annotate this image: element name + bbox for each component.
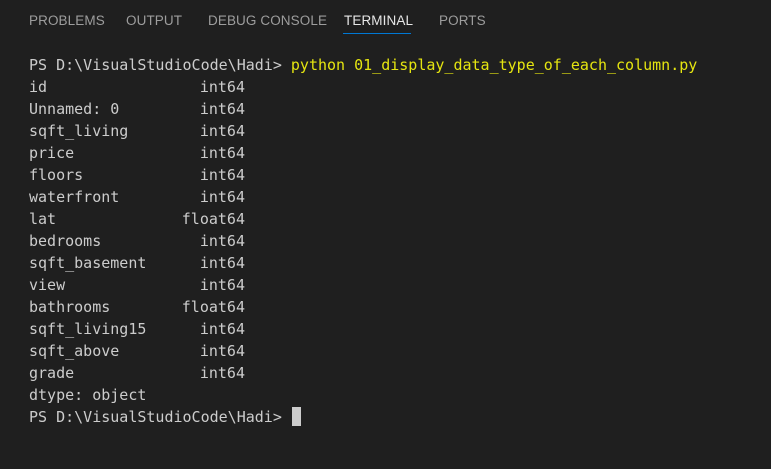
dtype-row: bedrooms int64 — [29, 230, 697, 252]
dtype-row: grade int64 — [29, 362, 697, 384]
tab-problems[interactable]: PROBLEMS — [29, 12, 105, 32]
column-name: bedrooms — [29, 232, 102, 250]
prompt: PS D:\VisualStudioCode\Hadi> — [29, 56, 291, 74]
dtype-rows: id int64 Unnamed: 0 int64 sqft_living int64 pr… — [29, 76, 697, 384]
tab-terminal[interactable]: TERMINAL — [344, 12, 413, 32]
dtype-row: sqft_living15 int64 — [29, 318, 697, 340]
column-dtype: int64 — [199, 254, 245, 272]
active-tab-indicator — [343, 33, 411, 34]
terminal-output[interactable]: PS D:\VisualStudioCode\Hadi> python 01_d… — [29, 54, 697, 428]
dtype-summary: dtype: object — [29, 386, 147, 404]
column-dtype: float64 — [181, 298, 245, 316]
dtype-row: Unnamed: 0 int64 — [29, 98, 697, 120]
column-dtype: int64 — [199, 364, 245, 382]
column-dtype: int64 — [199, 78, 245, 96]
column-name: sqft_above — [29, 342, 120, 360]
column-name: grade — [29, 364, 75, 382]
dtype-row: price int64 — [29, 142, 697, 164]
tab-ports[interactable]: PORTS — [439, 12, 486, 32]
dtype-row: sqft_above int64 — [29, 340, 697, 362]
column-name: sqft_basement — [29, 254, 147, 272]
dtype-row: floors int64 — [29, 164, 697, 186]
dtype-row: sqft_living int64 — [29, 120, 697, 142]
terminal-panel: PROBLEMS OUTPUT DEBUG CONSOLE TERMINAL P… — [0, 0, 771, 469]
column-name: bathrooms — [29, 298, 111, 316]
tab-debug-console[interactable]: DEBUG CONSOLE — [208, 12, 327, 32]
column-dtype: int64 — [199, 342, 245, 360]
prompt: PS D:\VisualStudioCode\Hadi> — [29, 408, 291, 426]
dtype-row: id int64 — [29, 76, 697, 98]
column-dtype: int64 — [199, 144, 245, 162]
terminal-cursor — [291, 407, 301, 426]
column-name: lat — [29, 210, 57, 228]
dtype-row: view int64 — [29, 274, 697, 296]
tab-output[interactable]: OUTPUT — [126, 12, 182, 32]
column-name: sqft_living15 — [29, 320, 147, 338]
column-dtype: int64 — [199, 232, 245, 250]
column-name: Unnamed: 0 — [29, 100, 120, 118]
column-dtype: int64 — [199, 122, 245, 140]
column-name: view — [29, 276, 66, 294]
final-prompt-line[interactable]: PS D:\VisualStudioCode\Hadi> — [29, 406, 697, 428]
dtype-row: lat float64 — [29, 208, 697, 230]
column-dtype: int64 — [199, 276, 245, 294]
dtype-row: bathrooms float64 — [29, 296, 697, 318]
column-dtype: float64 — [181, 210, 245, 228]
column-name: floors — [29, 166, 84, 184]
column-dtype: int64 — [199, 100, 245, 118]
column-dtype: int64 — [199, 188, 245, 206]
dtype-row: waterfront int64 — [29, 186, 697, 208]
dtype-row: sqft_basement int64 — [29, 252, 697, 274]
column-name: waterfront — [29, 188, 120, 206]
column-name: id — [29, 78, 48, 96]
panel-tab-bar: PROBLEMS OUTPUT DEBUG CONSOLE TERMINAL P… — [0, 0, 771, 40]
command-line: PS D:\VisualStudioCode\Hadi> python 01_d… — [29, 54, 697, 76]
column-name: sqft_living — [29, 122, 129, 140]
column-name: price — [29, 144, 75, 162]
column-dtype: int64 — [199, 166, 245, 184]
column-dtype: int64 — [199, 320, 245, 338]
command-text: python 01_display_data_type_of_each_colu… — [290, 56, 698, 74]
